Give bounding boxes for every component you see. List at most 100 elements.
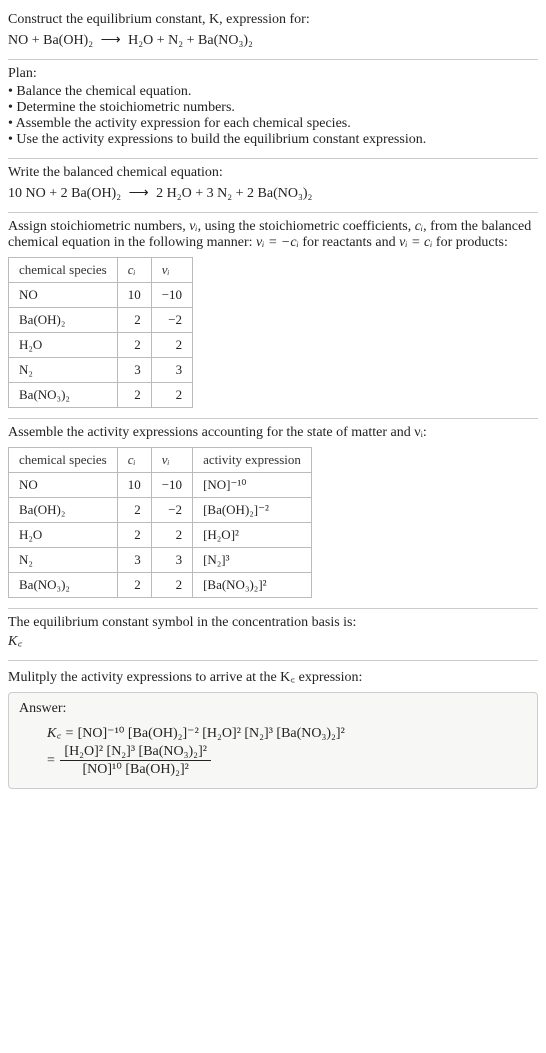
cell-species: Ba(OH)₂	[9, 308, 118, 333]
ci-header: cᵢ	[128, 262, 136, 277]
col-species: chemical species	[9, 258, 118, 283]
cell-vi: 2	[151, 383, 192, 408]
cell-vi: 2	[151, 523, 192, 548]
col-expr: activity expression	[193, 448, 312, 473]
activity-section: Assemble the activity expressions accoun…	[8, 419, 538, 608]
col-species: chemical species	[9, 448, 118, 473]
answer-equation: K꜀ = [NO]⁻¹⁰ [Ba(OH)₂]⁻² [H₂O]² [N₂]³ [B…	[19, 723, 527, 778]
balanced-section: Write the balanced chemical equation: 10…	[8, 159, 538, 212]
reaction-arrow-icon: ⟶	[101, 32, 121, 49]
col-vi: νᵢ	[151, 258, 192, 283]
cell-species: H₂O	[9, 523, 118, 548]
stoich-intro-text: , using the stoichiometric coefficients,	[198, 219, 415, 234]
table-row: NO 10 −10	[9, 283, 193, 308]
answer-label: Answer:	[19, 701, 527, 717]
table-row: Ba(NO₃)₂ 2 2	[9, 383, 193, 408]
cell-vi: 3	[151, 548, 192, 573]
cell-species: Ba(OH)₂	[9, 498, 118, 523]
cell-species: H₂O	[9, 333, 118, 358]
cell-ci: 3	[117, 548, 151, 573]
ci-header: cᵢ	[128, 452, 136, 467]
cell-ci: 2	[117, 523, 151, 548]
activity-intro: Assemble the activity expressions accoun…	[8, 425, 538, 441]
multiply-line: Mulitply the activity expressions to arr…	[8, 667, 538, 686]
stoich-intro: Assign stoichiometric numbers, νᵢ, using…	[8, 219, 538, 251]
balanced-title: Write the balanced chemical equation:	[8, 165, 538, 181]
stoich-eq1: νᵢ = −cᵢ	[256, 235, 299, 250]
cell-ci: 2	[117, 498, 151, 523]
construct-text: Construct the equilibrium constant, K, e…	[8, 12, 310, 27]
cell-vi: 2	[151, 333, 192, 358]
plan-item: Use the activity expressions to build th…	[8, 132, 538, 148]
c-i-symbol: cᵢ	[415, 219, 423, 234]
cell-species: N₂	[9, 358, 118, 383]
vi-header: νᵢ	[162, 452, 170, 467]
multiply-section: Mulitply the activity expressions to arr…	[8, 661, 538, 799]
cell-vi: −10	[151, 283, 192, 308]
kc-symbol: K꜀	[8, 631, 538, 650]
cell-expr: [NO]⁻¹⁰	[193, 473, 312, 498]
cell-species: NO	[9, 283, 118, 308]
kc-prefix: K꜀ =	[47, 726, 78, 741]
kc-flat-line: K꜀ = [NO]⁻¹⁰ [Ba(OH)₂]⁻² [H₂O]² [N₂]³ [B…	[47, 723, 527, 742]
reaction-lhs: NO + Ba(OH)₂	[8, 33, 93, 48]
cell-species: N₂	[9, 548, 118, 573]
table-row: N₂ 3 3	[9, 358, 193, 383]
plan-title: Plan:	[8, 66, 538, 82]
kc-flat-expr: [NO]⁻¹⁰ [Ba(OH)₂]⁻² [H₂O]² [N₂]³ [Ba(NO₃…	[78, 726, 345, 741]
balanced-equation: 10 NO + 2 Ba(OH)₂ ⟶ 2 H₂O + 3 N₂ + 2 Ba(…	[8, 185, 538, 202]
cell-expr: [N₂]³	[193, 548, 312, 573]
table-row: Ba(NO₃)₂ 2 2 [Ba(NO₃)₂]²	[9, 573, 312, 598]
table-row: H₂O 2 2	[9, 333, 193, 358]
balanced-lhs: 10 NO + 2 Ba(OH)₂	[8, 186, 121, 201]
nu-i-symbol: νᵢ	[189, 219, 197, 234]
table-row: Ba(OH)₂ 2 −2 [Ba(OH)₂]⁻²	[9, 498, 312, 523]
cell-ci: 3	[117, 358, 151, 383]
cell-species: Ba(NO₃)₂	[9, 383, 118, 408]
col-ci: cᵢ	[117, 448, 151, 473]
stoich-intro-text: for reactants and	[299, 235, 399, 250]
plan-item: Determine the stoichiometric numbers.	[8, 100, 538, 116]
table-row: H₂O 2 2 [H₂O]²	[9, 523, 312, 548]
cell-expr: [H₂O]²	[193, 523, 312, 548]
stoich-section: Assign stoichiometric numbers, νᵢ, using…	[8, 213, 538, 418]
plan-item: Balance the chemical equation.	[8, 84, 538, 100]
col-vi: νᵢ	[151, 448, 192, 473]
stoich-eq2: νᵢ = cᵢ	[399, 235, 432, 250]
stoich-intro-text: Assign stoichiometric numbers,	[8, 219, 189, 234]
activity-table: chemical species cᵢ νᵢ activity expressi…	[8, 447, 312, 598]
cell-vi: −2	[151, 308, 192, 333]
cell-vi: 2	[151, 573, 192, 598]
cell-ci: 10	[117, 473, 151, 498]
cell-species: Ba(NO₃)₂	[9, 573, 118, 598]
equals-sign: =	[47, 753, 58, 768]
table-row: NO 10 −10 [NO]⁻¹⁰	[9, 473, 312, 498]
table-header-row: chemical species cᵢ νᵢ	[9, 258, 193, 283]
kc-frac-line: = [H₂O]² [N₂]³ [Ba(NO₃)₂]² [NO]¹⁰ [Ba(OH…	[47, 744, 527, 778]
plan-list: Balance the chemical equation. Determine…	[8, 84, 538, 148]
stoich-table: chemical species cᵢ νᵢ NO 10 −10 Ba(OH)₂…	[8, 257, 193, 408]
cell-ci: 10	[117, 283, 151, 308]
kc-symbol-section: The equilibrium constant symbol in the c…	[8, 609, 538, 660]
unbalanced-equation: NO + Ba(OH)₂ ⟶ H₂O + N₂ + Ba(NO₃)₂	[8, 32, 538, 49]
answer-box: Answer: K꜀ = [NO]⁻¹⁰ [Ba(OH)₂]⁻² [H₂O]² …	[8, 692, 538, 789]
reaction-rhs: H₂O + N₂ + Ba(NO₃)₂	[128, 33, 253, 48]
kc-symbol-line: The equilibrium constant symbol in the c…	[8, 615, 538, 631]
cell-ci: 2	[117, 573, 151, 598]
cell-vi: 3	[151, 358, 192, 383]
cell-expr: [Ba(OH)₂]⁻²	[193, 498, 312, 523]
problem-statement: Construct the equilibrium constant, K, e…	[8, 6, 538, 59]
fraction-numerator: [H₂O]² [N₂]³ [Ba(NO₃)₂]²	[60, 744, 211, 761]
cell-species: NO	[9, 473, 118, 498]
stoich-intro-text: for products:	[432, 235, 507, 250]
cell-ci: 2	[117, 308, 151, 333]
plan-section: Plan: Balance the chemical equation. Det…	[8, 60, 538, 158]
fraction-denominator: [NO]¹⁰ [Ba(OH)₂]²	[60, 761, 211, 778]
reaction-arrow-icon: ⟶	[129, 185, 149, 202]
cell-ci: 2	[117, 333, 151, 358]
table-header-row: chemical species cᵢ νᵢ activity expressi…	[9, 448, 312, 473]
kc-fraction: [H₂O]² [N₂]³ [Ba(NO₃)₂]² [NO]¹⁰ [Ba(OH)₂…	[60, 744, 211, 778]
plan-item: Assemble the activity expression for eac…	[8, 116, 538, 132]
balanced-rhs: 2 H₂O + 3 N₂ + 2 Ba(NO₃)₂	[156, 186, 312, 201]
table-row: N₂ 3 3 [N₂]³	[9, 548, 312, 573]
